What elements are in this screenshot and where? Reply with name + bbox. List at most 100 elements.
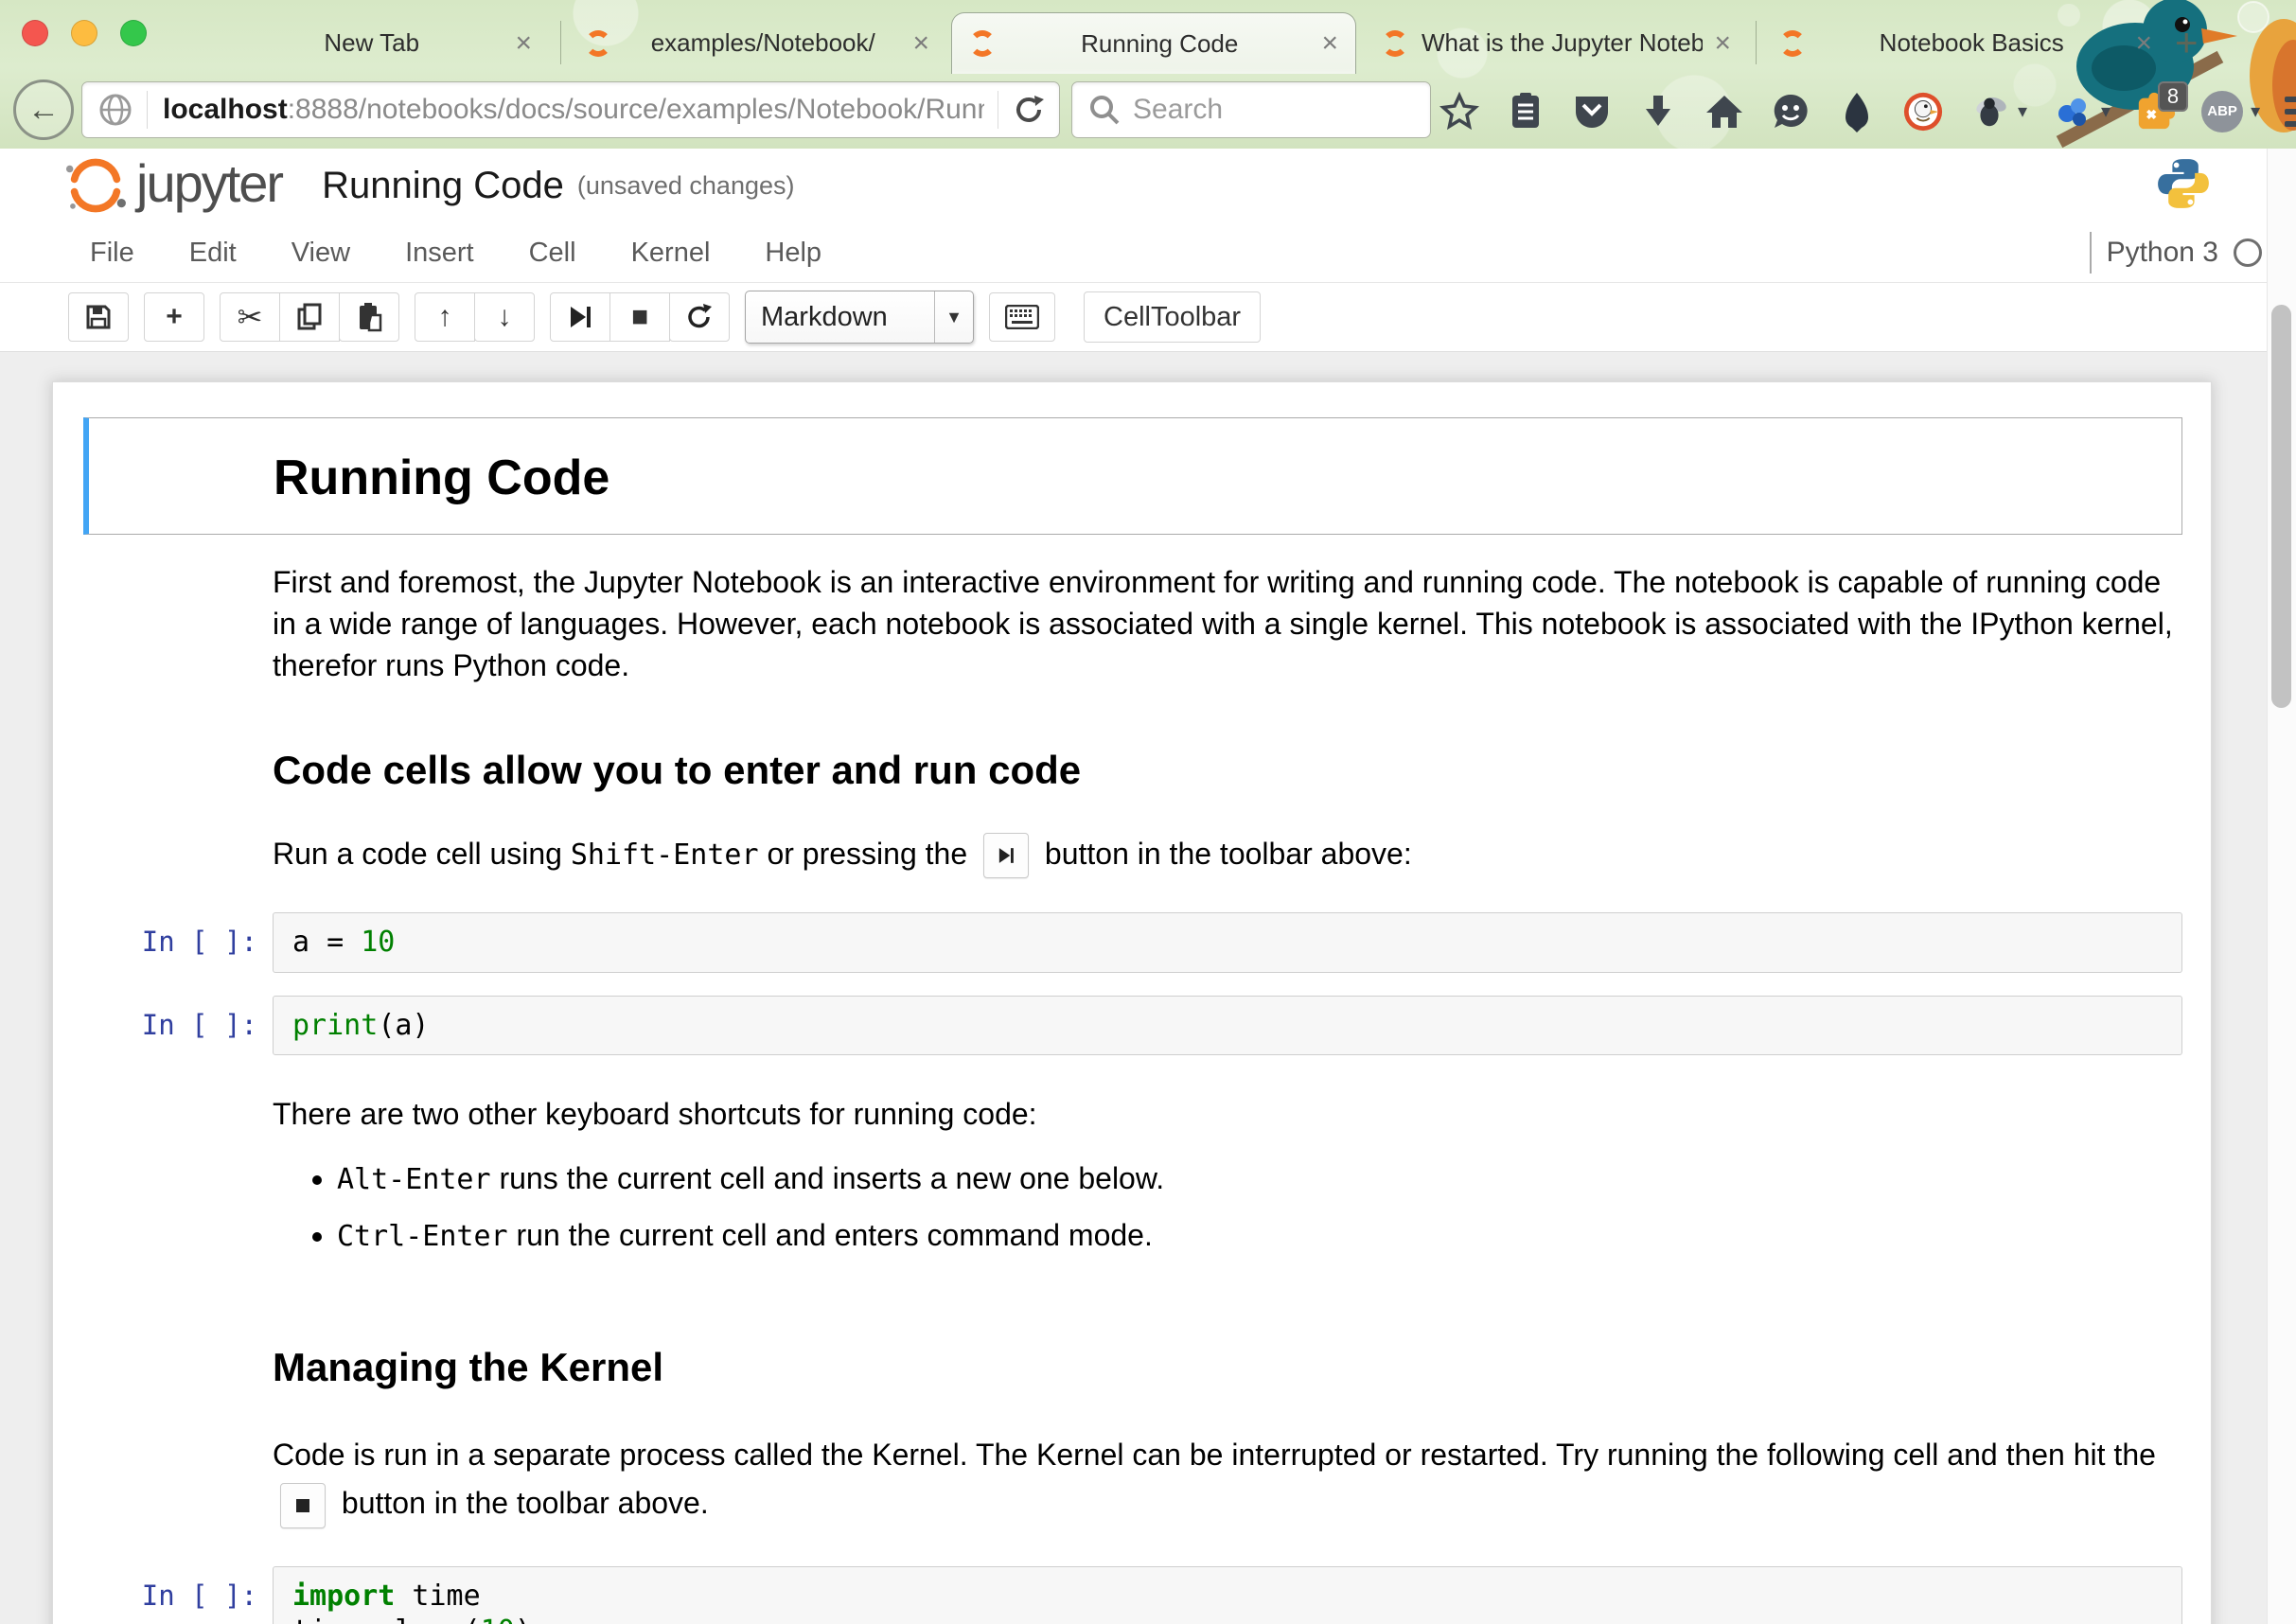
- tab-notebook-basics[interactable]: Notebook Basics ×: [1762, 12, 2169, 74]
- code-input-area[interactable]: import timetime.sleep(10): [273, 1566, 2182, 1624]
- tab-examples-notebook[interactable]: examples/Notebook/ ×: [568, 12, 946, 74]
- back-button[interactable]: ←: [13, 79, 74, 140]
- input-prompt: In [ ]:: [83, 996, 273, 1056]
- intro-paragraph: First and foremost, the Jupyter Notebook…: [273, 561, 2182, 686]
- menu-help[interactable]: Help: [765, 238, 821, 269]
- globe-icon: [97, 92, 133, 128]
- down-arrow-icon: ↓: [498, 301, 512, 333]
- dropdown-arrow-icon[interactable]: ▾: [2251, 99, 2260, 123]
- code-cell[interactable]: In [ ]: a = 10: [83, 912, 2182, 973]
- window-close-button[interactable]: [22, 20, 48, 46]
- downloads-icon[interactable]: [1637, 91, 1679, 132]
- dropdown-arrow-icon[interactable]: ▾: [2018, 99, 2027, 123]
- alt-enter-code: Alt-Enter: [337, 1163, 491, 1196]
- markdown-cell[interactable]: There are two other keyboard shortcuts f…: [83, 1093, 2182, 1272]
- url-bar[interactable]: localhost:8888/notebooks/docs/source/exa…: [81, 81, 1060, 138]
- shortcuts-list: Alt-Enter runs the current cell and inse…: [273, 1157, 2182, 1257]
- share-plane-icon[interactable]: [1836, 91, 1878, 132]
- tab-label: New Tab: [239, 28, 503, 58]
- menu-edit[interactable]: Edit: [189, 238, 237, 269]
- save-button[interactable]: [68, 292, 129, 342]
- dropdown-arrow-icon[interactable]: ▾: [2101, 99, 2111, 123]
- move-cell-up-button[interactable]: ↑: [415, 292, 475, 342]
- scrollbar-thumb[interactable]: [2271, 305, 2291, 708]
- search-icon: [1087, 93, 1122, 127]
- move-cell-down-button[interactable]: ↓: [474, 292, 535, 342]
- duckduckgo-icon[interactable]: [1902, 91, 1944, 132]
- python-logo-icon: [2156, 156, 2211, 211]
- shortcuts-intro: There are two other keyboard shortcuts f…: [273, 1093, 2182, 1135]
- code-input-area[interactable]: a = 10: [273, 912, 2182, 973]
- menu-cell[interactable]: Cell: [529, 238, 576, 269]
- interrupt-kernel-button[interactable]: ■: [609, 292, 670, 342]
- downloadhelper-icon[interactable]: [2052, 91, 2093, 132]
- markdown-cell[interactable]: Code is run in a separate process called…: [83, 1431, 2182, 1528]
- menu-hamburger-icon[interactable]: [2285, 97, 2296, 127]
- markdown-cell-selected[interactable]: Running Code: [83, 417, 2182, 535]
- home-icon[interactable]: [1704, 91, 1745, 132]
- window-minimize-button[interactable]: [71, 20, 97, 46]
- markdown-cell[interactable]: Run a code cell using Shift-Enter or pre…: [83, 833, 2182, 879]
- prompt-area: [89, 445, 274, 511]
- browser-chrome: New Tab × examples/Notebook/ × Running C…: [0, 0, 2296, 150]
- menu-file[interactable]: File: [90, 238, 134, 269]
- cell-type-value: Markdown: [746, 302, 934, 333]
- notebook-save-status: (unsaved changes): [577, 171, 795, 201]
- markdown-cell[interactable]: First and foremost, the Jupyter Notebook…: [83, 561, 2182, 686]
- command-palette-button[interactable]: [989, 292, 1055, 342]
- list-item: Ctrl-Enter run the current cell and ente…: [337, 1214, 2182, 1256]
- paste-icon: [355, 302, 383, 332]
- inline-run-button-image: [983, 833, 1029, 878]
- tab-close-icon[interactable]: ×: [515, 29, 532, 58]
- page-scrollbar[interactable]: [2267, 149, 2296, 1624]
- cell-type-select[interactable]: Markdown ▼: [745, 291, 974, 344]
- code-cell[interactable]: In [ ]: import timetime.sleep(10): [83, 1566, 2182, 1624]
- tab-close-icon[interactable]: ×: [2135, 29, 2152, 58]
- menu-insert[interactable]: Insert: [405, 238, 474, 269]
- add-cell-button[interactable]: +: [144, 292, 204, 342]
- tab-close-icon[interactable]: ×: [1321, 29, 1338, 58]
- kernel-para-pre: Code is run in a separate process called…: [273, 1438, 2156, 1472]
- markdown-cell[interactable]: Managing the Kernel: [83, 1344, 2182, 1391]
- tab-new-tab[interactable]: New Tab ×: [222, 12, 549, 74]
- reload-icon[interactable]: [1012, 93, 1046, 127]
- tab-what-is-jupyter[interactable]: What is the Jupyter Notebook ×: [1365, 12, 1748, 74]
- menu-view[interactable]: View: [291, 238, 350, 269]
- url-text[interactable]: localhost:8888/notebooks/docs/source/exa…: [163, 94, 984, 126]
- tab-label: Notebook Basics: [1819, 28, 2124, 58]
- new-tab-button[interactable]: +: [2175, 23, 2199, 62]
- search-bar[interactable]: Search: [1071, 81, 1431, 138]
- copy-cell-button[interactable]: [279, 292, 340, 342]
- jupyter-logo-text: jupyter: [136, 152, 282, 214]
- tab-close-icon[interactable]: ×: [912, 29, 929, 58]
- keyboard-icon: [1005, 305, 1039, 329]
- input-prompt: In [ ]:: [83, 912, 273, 973]
- code-input-area[interactable]: print(a): [273, 996, 2182, 1056]
- restart-kernel-button[interactable]: [669, 292, 730, 342]
- copy-icon: [295, 302, 324, 332]
- cut-cell-button[interactable]: ✂: [220, 292, 280, 342]
- jupyter-logo[interactable]: jupyter: [62, 152, 282, 219]
- addon-fly-icon[interactable]: [1969, 91, 2010, 132]
- pocket-icon[interactable]: [1571, 91, 1613, 132]
- adblock-plus-icon[interactable]: ABP: [2201, 91, 2243, 132]
- kernel-idle-icon: [2234, 238, 2262, 267]
- hello-smiley-icon[interactable]: [1770, 91, 1811, 132]
- cell-toolbar-button[interactable]: CellToolbar: [1084, 291, 1261, 343]
- code-cell[interactable]: In [ ]: print(a): [83, 996, 2182, 1056]
- window-zoom-button[interactable]: [120, 20, 147, 46]
- bullet-text: runs the current cell and inserts a new …: [491, 1161, 1165, 1195]
- menu-kernel[interactable]: Kernel: [631, 238, 711, 269]
- tab-running-code-active[interactable]: Running Code ×: [951, 12, 1356, 74]
- restart-icon: [685, 303, 714, 331]
- loading-spinner-icon: [1382, 30, 1408, 57]
- tab-close-icon[interactable]: ×: [1714, 29, 1731, 58]
- addon-puzzle-icon[interactable]: 8: [2135, 91, 2177, 132]
- paste-cell-button[interactable]: [339, 292, 399, 342]
- notebook-h1: Running Code: [274, 445, 2181, 511]
- run-cell-button[interactable]: [550, 292, 610, 342]
- bookmarks-menu-icon[interactable]: [1505, 91, 1546, 132]
- markdown-cell[interactable]: Code cells allow you to enter and run co…: [83, 747, 2182, 794]
- notebook-title[interactable]: Running Code: [322, 165, 564, 207]
- bookmark-star-icon[interactable]: [1439, 91, 1480, 132]
